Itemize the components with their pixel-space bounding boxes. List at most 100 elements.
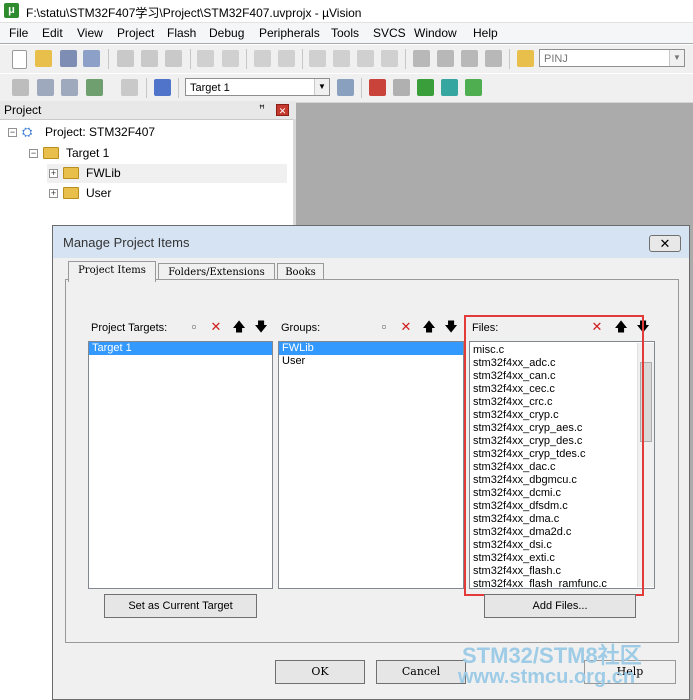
folder-icon bbox=[63, 167, 79, 179]
collapse-icon[interactable]: − bbox=[8, 128, 17, 137]
new-item-icon[interactable]: ▫ bbox=[375, 318, 393, 336]
uvision-app-icon: μ bbox=[4, 3, 19, 18]
targets-list[interactable]: Target 1 bbox=[88, 341, 273, 589]
menu-bar: File Edit View Project Flash Debug Perip… bbox=[0, 23, 693, 43]
menu-tools[interactable]: Tools bbox=[331, 26, 359, 40]
bookmark-icon[interactable] bbox=[309, 50, 326, 67]
annotation-highlight-box bbox=[464, 315, 644, 596]
new-file-icon[interactable] bbox=[12, 50, 27, 69]
indent-icon[interactable] bbox=[413, 50, 430, 67]
window-title: F:\statu\STM32F407学习\Project\STM32F407.u… bbox=[26, 6, 362, 20]
find-in-files-icon[interactable] bbox=[517, 50, 534, 67]
targets-header: Project Targets: bbox=[91, 322, 168, 334]
toolbar-separator bbox=[190, 49, 191, 69]
tree-row-highlight bbox=[47, 164, 287, 183]
move-down-icon[interactable]: 🡇 bbox=[252, 318, 270, 336]
toolbar-separator bbox=[509, 49, 510, 69]
project-pane-title: Project bbox=[4, 103, 42, 117]
list-item[interactable]: FWLib bbox=[279, 342, 463, 355]
folder-icon bbox=[63, 187, 79, 199]
batch-build-icon[interactable] bbox=[86, 79, 103, 96]
watermark-url: www.stmcu.org.cn bbox=[458, 666, 636, 688]
tree-group-user[interactable]: User bbox=[86, 186, 111, 200]
dialog-title: Manage Project Items bbox=[63, 235, 190, 250]
delete-icon[interactable]: ✕ bbox=[207, 318, 225, 336]
groups-header: Groups: bbox=[281, 322, 321, 334]
groups-list[interactable]: FWLib User bbox=[278, 341, 464, 589]
expand-icon[interactable]: + bbox=[49, 189, 58, 198]
move-up-icon[interactable]: 🡅 bbox=[230, 318, 248, 336]
next-bookmark-icon[interactable] bbox=[357, 50, 374, 67]
load-download-icon[interactable] bbox=[154, 79, 171, 96]
close-icon[interactable]: ✕ bbox=[276, 104, 289, 116]
nav-forward-icon[interactable] bbox=[278, 50, 295, 67]
pack-installer-icon[interactable] bbox=[441, 79, 458, 96]
close-icon[interactable]: ✕ bbox=[649, 235, 681, 252]
set-current-target-button[interactable]: Set as Current Target bbox=[104, 594, 257, 618]
toolbar-separator bbox=[302, 49, 303, 69]
run-time-environment-icon[interactable] bbox=[417, 79, 434, 96]
unindent-icon[interactable] bbox=[437, 50, 454, 67]
pin-icon[interactable]: ꟸ bbox=[259, 104, 265, 115]
move-up-icon[interactable]: 🡅 bbox=[420, 318, 438, 336]
menu-flash[interactable]: Flash bbox=[167, 26, 196, 40]
chevron-down-icon[interactable]: ▼ bbox=[669, 50, 684, 66]
collapse-icon[interactable]: − bbox=[29, 149, 38, 158]
save-all-icon[interactable] bbox=[83, 50, 100, 67]
copy-icon[interactable] bbox=[141, 50, 158, 67]
build-icon[interactable] bbox=[37, 79, 54, 96]
toolbar-separator bbox=[246, 49, 247, 69]
new-item-icon[interactable]: ▫ bbox=[185, 318, 203, 336]
target-combo[interactable]: Target 1 ▼ bbox=[185, 78, 330, 96]
cancel-button[interactable]: Cancel bbox=[376, 660, 466, 684]
comment-icon[interactable] bbox=[461, 50, 478, 67]
paste-icon[interactable] bbox=[165, 50, 182, 67]
undo-icon[interactable] bbox=[197, 50, 214, 67]
stop-build-icon[interactable] bbox=[121, 79, 138, 96]
translate-icon[interactable] bbox=[12, 79, 29, 96]
menu-help[interactable]: Help bbox=[473, 26, 498, 40]
select-packs-icon[interactable] bbox=[465, 79, 482, 96]
clear-bookmarks-icon[interactable] bbox=[381, 50, 398, 67]
tree-project-root[interactable]: Project: STM32F407 bbox=[45, 125, 155, 139]
tree-group-fwlib[interactable]: FWLib bbox=[86, 166, 121, 180]
ok-button[interactable]: OK bbox=[275, 660, 365, 684]
move-down-icon[interactable]: 🡇 bbox=[442, 318, 460, 336]
add-files-button[interactable]: Add Files... bbox=[484, 594, 636, 618]
toolbar-separator bbox=[146, 78, 147, 98]
nav-back-icon[interactable] bbox=[254, 50, 271, 67]
toolbar-separator bbox=[405, 49, 406, 69]
menu-project[interactable]: Project bbox=[117, 26, 154, 40]
uncomment-icon[interactable] bbox=[485, 50, 502, 67]
expand-icon[interactable]: + bbox=[49, 169, 58, 178]
target-folder-icon bbox=[43, 147, 59, 159]
project-pane-header bbox=[0, 101, 296, 120]
tab-project-items[interactable]: Project Items bbox=[68, 261, 156, 282]
menu-edit[interactable]: Edit bbox=[42, 26, 63, 40]
save-icon[interactable] bbox=[60, 50, 77, 67]
manage-project-items-icon[interactable] bbox=[369, 79, 386, 96]
delete-icon[interactable]: ✕ bbox=[397, 318, 415, 336]
list-item[interactable]: User bbox=[279, 355, 463, 368]
menu-file[interactable]: File bbox=[9, 26, 28, 40]
prev-bookmark-icon[interactable] bbox=[333, 50, 350, 67]
menu-debug[interactable]: Debug bbox=[209, 26, 244, 40]
toolbar-separator bbox=[178, 78, 179, 98]
open-file-icon[interactable] bbox=[35, 50, 52, 67]
menu-view[interactable]: View bbox=[77, 26, 103, 40]
find-combo[interactable]: PINJ ▼ bbox=[539, 49, 685, 67]
menu-peripherals[interactable]: Peripherals bbox=[259, 26, 320, 40]
toolbar-separator bbox=[108, 49, 109, 69]
cut-icon[interactable] bbox=[117, 50, 134, 67]
toolbar-separator bbox=[361, 78, 362, 98]
tree-target[interactable]: Target 1 bbox=[66, 146, 109, 160]
redo-icon[interactable] bbox=[222, 50, 239, 67]
menu-svcs[interactable]: SVCS bbox=[373, 26, 406, 40]
target-options-icon[interactable] bbox=[337, 79, 354, 96]
build-toolbar: Target 1 ▼ bbox=[0, 73, 693, 103]
list-item[interactable]: Target 1 bbox=[89, 342, 272, 355]
menu-window[interactable]: Window bbox=[414, 26, 457, 40]
chevron-down-icon[interactable]: ▼ bbox=[314, 79, 329, 95]
rebuild-icon[interactable] bbox=[61, 79, 78, 96]
file-extensions-icon[interactable] bbox=[393, 79, 410, 96]
